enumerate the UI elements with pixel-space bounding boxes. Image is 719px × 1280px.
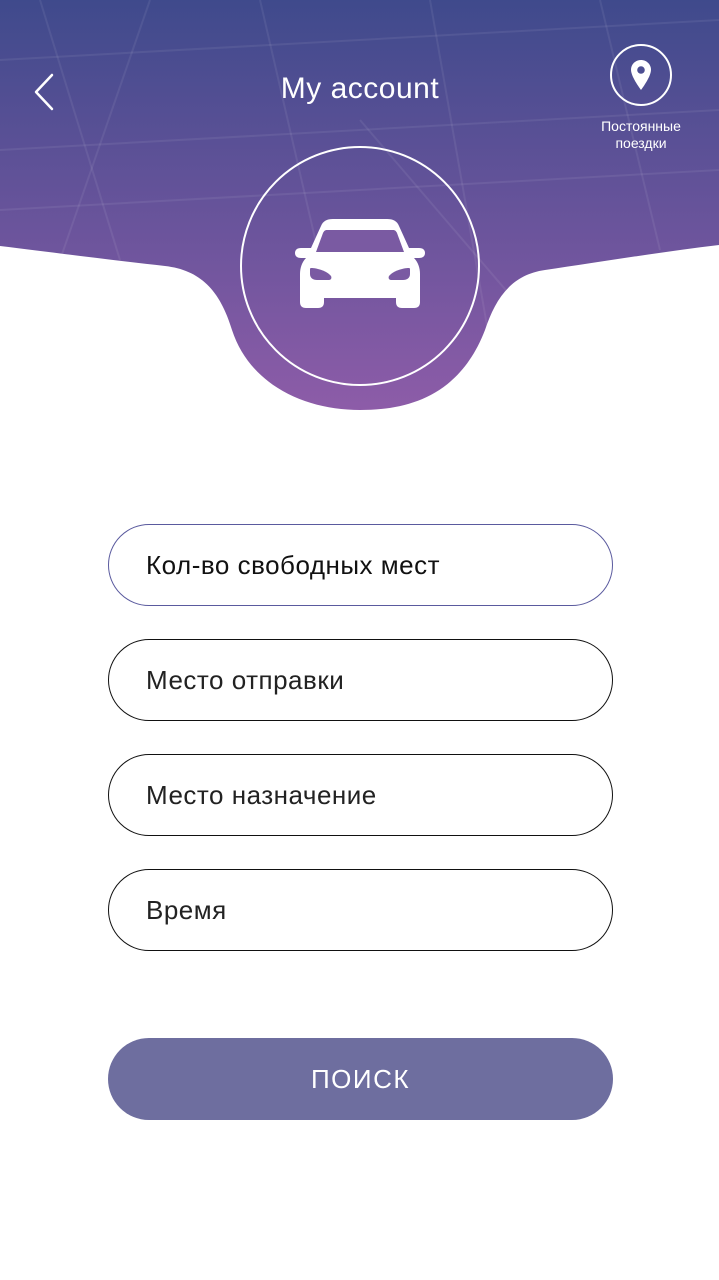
page-title: My account (280, 72, 440, 105)
chevron-left-icon (34, 73, 54, 111)
free-seats-field-label: Кол-во свободных мест (146, 549, 441, 580)
time-field[interactable]: Время (108, 869, 613, 951)
time-field-label: Время (146, 894, 227, 925)
search-button[interactable]: ПОИСК (108, 1038, 613, 1120)
search-form: Кол-во свободных мест Место отправки Мес… (108, 524, 613, 951)
destination-field-label: Место назначение (146, 779, 377, 810)
departure-field[interactable]: Место отправки (108, 639, 613, 721)
avatar (240, 146, 480, 386)
free-seats-field[interactable]: Кол-во свободных мест (108, 524, 613, 606)
regular-trips-icon-circle (610, 44, 672, 106)
map-pin-icon (631, 60, 651, 90)
regular-trips-button[interactable]: Постоянные поездки (582, 44, 700, 152)
destination-field[interactable]: Место назначение (108, 754, 613, 836)
departure-field-label: Место отправки (146, 664, 345, 695)
back-button[interactable] (22, 66, 66, 118)
car-icon (295, 219, 425, 308)
regular-trips-label: Постоянные поездки (601, 118, 681, 151)
